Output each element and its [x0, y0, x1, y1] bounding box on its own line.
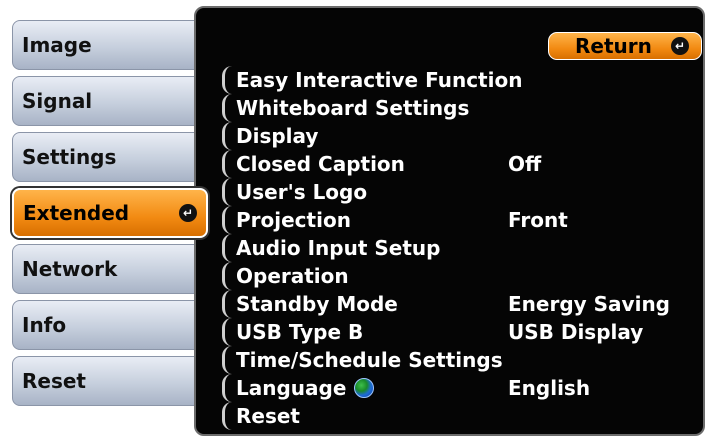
menu-item-operation[interactable]: Operation [222, 262, 702, 290]
menu-item-standby-mode[interactable]: Standby Mode Energy Saving [222, 290, 702, 318]
tab-info[interactable]: Info [12, 300, 208, 350]
menu-list: Easy Interactive Function Whiteboard Set… [222, 66, 702, 430]
menu-tabs: Image Signal Settings Extended ↵ Network… [0, 0, 210, 446]
menu-item-label: Language [236, 376, 347, 400]
menu-item-language[interactable]: Language English [222, 374, 702, 402]
menu-item-easy-interactive-function[interactable]: Easy Interactive Function [222, 66, 702, 94]
enter-arrow-icon: ↵ [671, 37, 689, 55]
tab-image[interactable]: Image [12, 20, 208, 70]
tab-signal[interactable]: Signal [12, 76, 208, 126]
menu-item-value: Front [508, 208, 568, 232]
menu-item-audio-input-setup[interactable]: Audio Input Setup [222, 234, 702, 262]
tab-label: Info [22, 313, 67, 337]
return-label: Return [575, 34, 652, 58]
tab-label: Reset [22, 369, 86, 393]
enter-arrow-icon: ↵ [179, 204, 197, 222]
menu-item-closed-caption[interactable]: Closed Caption Off [222, 150, 702, 178]
tab-label: Extended [23, 201, 130, 225]
menu-item-label: USB Type B [236, 320, 364, 344]
menu-item-label: User's Logo [236, 180, 368, 204]
menu-item-label: Display [236, 124, 319, 148]
menu-item-label: Operation [236, 264, 349, 288]
menu-item-label: Whiteboard Settings [236, 96, 470, 120]
menu-item-value: Off [508, 152, 542, 176]
menu-item-label: Standby Mode [236, 292, 398, 316]
menu-item-label: Reset [236, 404, 300, 428]
menu-item-label: Easy Interactive Function [236, 68, 523, 92]
menu-item-value: Energy Saving [508, 292, 670, 316]
extended-menu-panel: Return ↵ Easy Interactive Function White… [194, 6, 705, 436]
return-button[interactable]: Return ↵ [548, 32, 702, 60]
menu-item-reset[interactable]: Reset [222, 402, 702, 430]
menu-item-label: Time/Schedule Settings [236, 348, 503, 372]
tab-extended[interactable]: Extended ↵ [12, 188, 208, 238]
menu-item-label: Audio Input Setup [236, 236, 441, 260]
menu-item-whiteboard-settings[interactable]: Whiteboard Settings [222, 94, 702, 122]
tab-label: Settings [22, 145, 117, 169]
globe-icon [354, 378, 375, 398]
tab-label: Network [22, 257, 118, 281]
menu-item-time-schedule-settings[interactable]: Time/Schedule Settings [222, 346, 702, 374]
menu-item-label: Closed Caption [236, 152, 405, 176]
menu-item-projection[interactable]: Projection Front [222, 206, 702, 234]
menu-item-label-group: Language [236, 374, 375, 402]
tab-reset[interactable]: Reset [12, 356, 208, 406]
menu-item-users-logo[interactable]: User's Logo [222, 178, 702, 206]
tab-label: Image [22, 33, 92, 57]
tab-settings[interactable]: Settings [12, 132, 208, 182]
menu-item-usb-type-b[interactable]: USB Type B USB Display [222, 318, 702, 346]
menu-item-label: Projection [236, 208, 351, 232]
tab-label: Signal [22, 89, 93, 113]
menu-item-value: USB Display [508, 320, 644, 344]
menu-item-display[interactable]: Display [222, 122, 702, 150]
menu-item-value: English [508, 376, 591, 400]
tab-network[interactable]: Network [12, 244, 208, 294]
